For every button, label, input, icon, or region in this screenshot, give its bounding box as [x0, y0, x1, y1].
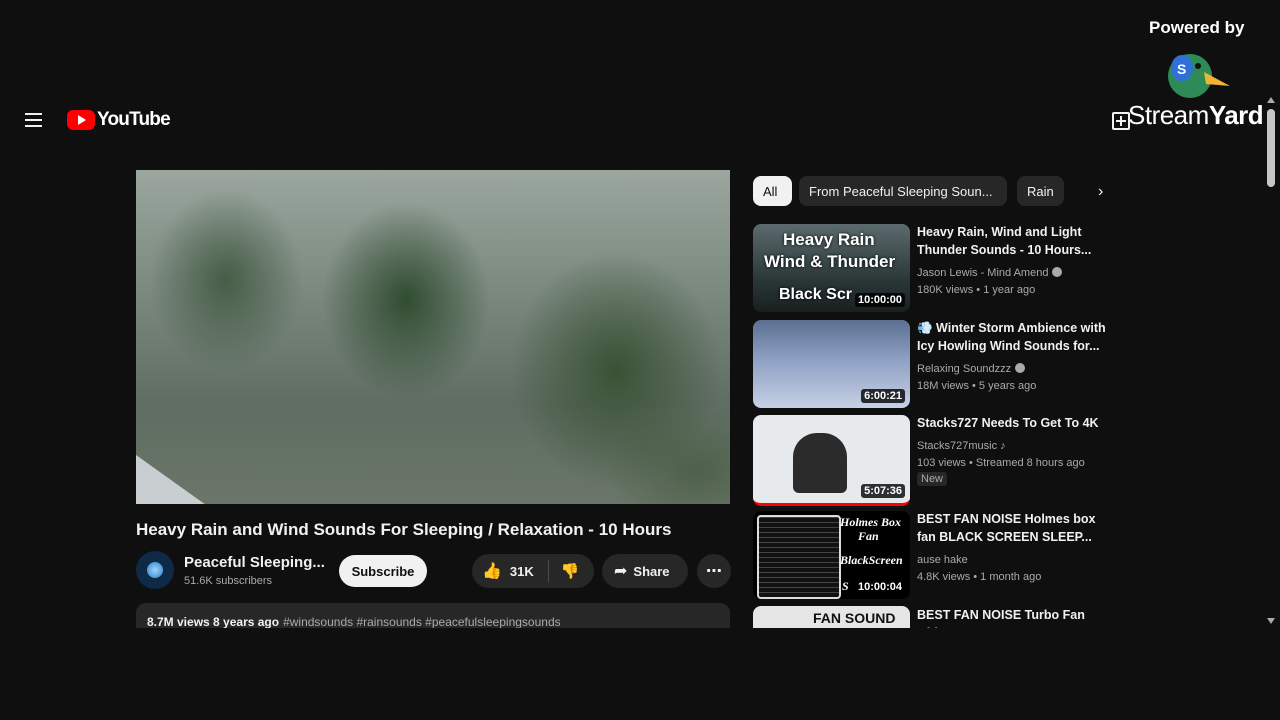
video-player[interactable]: [136, 170, 730, 504]
recording-frame-top: [0, 0, 1280, 95]
rec-title[interactable]: 💨 Winter Storm Ambience with Icy Howling…: [917, 319, 1112, 355]
subscribe-button[interactable]: Subscribe: [339, 555, 427, 587]
thumb-text: Heavy Rain: [783, 230, 875, 249]
youtube-wordmark: YouTube: [97, 109, 171, 130]
create-icon[interactable]: [1112, 112, 1130, 130]
scroll-thumb[interactable]: [1267, 109, 1275, 187]
menu-icon[interactable]: [22, 108, 46, 132]
rec-meta: 4.8K views • 1 month ago: [917, 571, 1042, 583]
view-stats: 8.7M views 8 years ago: [147, 615, 280, 629]
rec-channel-name: Relaxing Soundzzz: [917, 363, 1012, 375]
thumb-person: [793, 433, 847, 493]
streamyard-word-light: Stream: [1128, 100, 1209, 130]
rec-thumbnail[interactable]: 5:07:36: [753, 415, 910, 506]
video-title: Heavy Rain and Wind Sounds For Sleeping …: [136, 520, 672, 539]
streamyard-duck-logo: S: [1168, 54, 1230, 98]
chip-all[interactable]: All: [753, 176, 792, 206]
rec-title[interactable]: Stacks727 Needs To Get To 4K: [917, 414, 1112, 432]
share-label: Share: [633, 563, 670, 579]
svg-text:S: S: [1177, 61, 1186, 77]
thumb-text: BlackScreen: [840, 553, 903, 567]
video-duration: 10:00:04: [854, 580, 905, 594]
rec-meta: 103 views • Streamed 8 hours ago: [917, 457, 1085, 469]
thumb-text: Fan: [858, 529, 879, 543]
rec-thumbnail[interactable]: FAN SOUND: [753, 606, 910, 628]
thumb-text: S: [842, 579, 849, 593]
scroll-up-icon[interactable]: [1267, 97, 1275, 103]
channel-avatar[interactable]: [136, 551, 174, 589]
rec-title[interactable]: Heavy Rain, Wind and Light Thunder Sound…: [917, 223, 1112, 259]
channel-avatar-glyph: [147, 562, 163, 578]
channel-name[interactable]: Peaceful Sleeping...: [184, 554, 325, 571]
video-frame-roof: [136, 455, 206, 504]
rec-thumbnail[interactable]: Holmes Box Fan BlackScreen S 10:00:04: [753, 511, 910, 599]
share-icon: ➦: [614, 563, 628, 580]
chip-channel[interactable]: From Peaceful Sleeping Soun...: [799, 176, 1007, 206]
thumb-text: Holmes Box: [840, 515, 902, 529]
video-duration: 5:07:36: [861, 484, 905, 498]
thumb-text: FAN SOUND: [813, 610, 896, 626]
youtube-logo[interactable]: YouTube: [67, 109, 171, 131]
scroll-down-icon[interactable]: [1267, 618, 1275, 624]
rec-channel[interactable]: Jason Lewis - Mind Amend: [917, 267, 1063, 279]
more-icon[interactable]: ⋯: [697, 554, 731, 588]
share-button[interactable]: ➦ Share: [602, 554, 688, 588]
thumb-up-icon[interactable]: 👍: [482, 561, 502, 581]
verified-icon: [1015, 363, 1026, 373]
like-divider: [547, 560, 549, 582]
rec-channel[interactable]: Stacks727music ♪: [917, 440, 1006, 452]
subscriber-count: 51.6K subscribers: [184, 575, 273, 587]
rec-thumbnail[interactable]: 6:00:21: [753, 320, 910, 408]
description-text: 8.7M views 8 years ago #windsounds #rains…: [147, 615, 561, 629]
rec-title[interactable]: BEST FAN NOISE Holmes box fan BLACK SCRE…: [917, 510, 1112, 546]
recording-frame-bottom: [0, 628, 1280, 720]
like-count[interactable]: 31K: [510, 564, 534, 579]
rec-meta: 180K views • 1 year ago: [917, 284, 1036, 296]
verified-icon: [1052, 267, 1063, 277]
thumb-text: Wind & Thunder: [764, 252, 896, 271]
like-dislike-group: 👍 31K 👎: [472, 554, 594, 588]
powered-by-label: Powered by: [1149, 18, 1245, 37]
rec-channel[interactable]: ause hake: [917, 554, 968, 566]
thumb-down-icon[interactable]: 👎: [561, 562, 580, 580]
new-badge: New: [917, 472, 948, 486]
rec-thumbnail[interactable]: Heavy Rain Wind & Thunder Black Scr 10:0…: [753, 224, 910, 312]
scrollbar[interactable]: [1264, 95, 1278, 628]
rec-channel[interactable]: Relaxing Soundzzz: [917, 363, 1026, 375]
chip-rain[interactable]: Rain: [1017, 176, 1064, 206]
thumb-text: Black Scr: [779, 286, 852, 303]
video-duration: 6:00:21: [861, 389, 905, 403]
hashtags[interactable]: #windsounds #rainsounds #peacefulsleepin…: [283, 615, 561, 629]
streamyard-wordmark: StreamYard: [1128, 100, 1264, 131]
rec-meta: 18M views • 5 years ago: [917, 380, 1037, 392]
streamyard-word-bold: Yard: [1208, 100, 1264, 130]
video-duration: 10:00:00: [854, 293, 905, 307]
chevron-right-icon[interactable]: ›: [1098, 183, 1103, 201]
fan-image: [757, 515, 841, 599]
youtube-play-icon: [67, 110, 95, 130]
rec-channel-name: Jason Lewis - Mind Amend: [917, 267, 1049, 279]
